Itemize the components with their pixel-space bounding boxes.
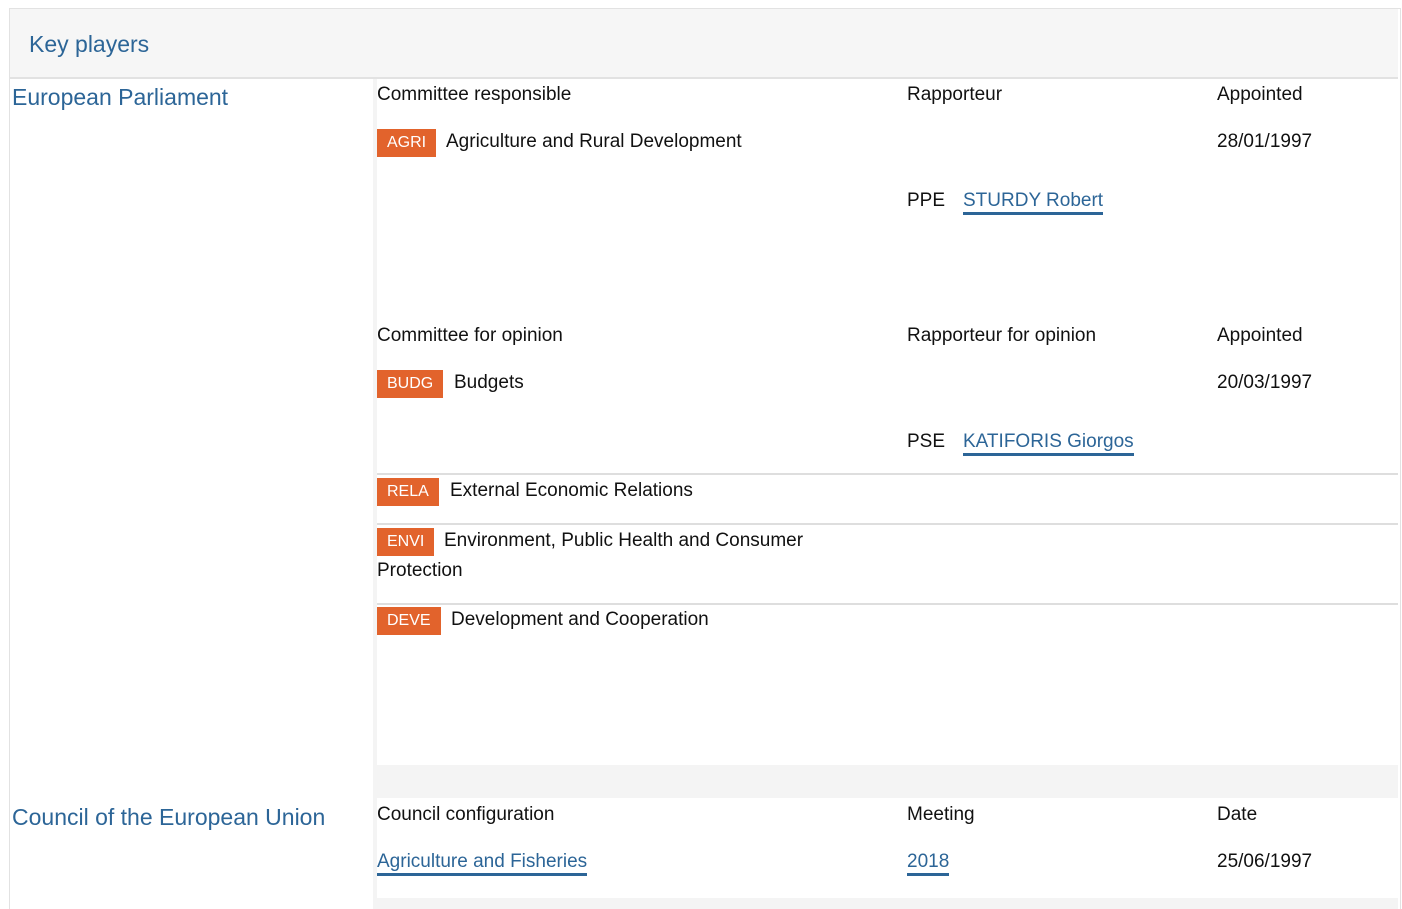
council-configuration-link[interactable]: Agriculture and Fisheries	[377, 851, 588, 876]
committee-name-envi-line1: Environment, Public Health and Consumer	[444, 530, 804, 551]
col-council-configuration: Council configuration	[377, 804, 555, 825]
col-meeting: Meeting	[907, 804, 975, 825]
appointed-date-budg: 20/03/1997	[1217, 372, 1313, 393]
col-appointed-opinion: Appointed	[1217, 325, 1303, 346]
col-rapporteur-for-opinion: Rapporteur for opinion	[907, 325, 1097, 346]
committee-name-envi-line2: Protection	[377, 560, 463, 581]
committee-badge-budg: BUDG	[377, 370, 444, 398]
col-committee-for-opinion: Committee for opinion	[377, 325, 563, 346]
meeting-link[interactable]: 2018	[907, 851, 950, 876]
committee-badge-rela: RELA	[377, 478, 439, 506]
committee-name-agri: Agriculture and Rural Development	[446, 131, 742, 152]
committee-name-budg: Budgets	[454, 372, 524, 393]
key-players-title: Key players	[29, 31, 150, 57]
political-group-pse: PSE	[907, 431, 946, 452]
institution-council[interactable]: Council of the European Union	[12, 804, 325, 831]
appointed-date-agri: 28/01/1997	[1217, 131, 1313, 152]
meeting-date: 25/06/1997	[1217, 851, 1313, 872]
rapporteur-link-sturdy[interactable]: STURDY Robert	[963, 190, 1104, 215]
committee-name-deve: Development and Cooperation	[451, 609, 709, 630]
key-players-header: Key players	[10, 9, 1398, 79]
col-appointed: Appointed	[1217, 84, 1303, 105]
rapporteur-link-katiforis[interactable]: KATIFORIS Giorgos	[963, 431, 1134, 456]
institution-european-parliament[interactable]: European Parliament	[12, 84, 228, 111]
committee-badge-deve: DEVE	[377, 607, 441, 635]
col-rapporteur: Rapporteur	[907, 84, 1003, 105]
committee-badge-envi: ENVI	[377, 528, 435, 556]
committee-badge-agri: AGRI	[377, 129, 437, 157]
political-group-ppe: PPE	[907, 190, 946, 211]
col-date: Date	[1217, 804, 1258, 825]
col-committee-responsible: Committee responsible	[377, 84, 572, 105]
committee-name-rela: External Economic Relations	[450, 480, 693, 501]
